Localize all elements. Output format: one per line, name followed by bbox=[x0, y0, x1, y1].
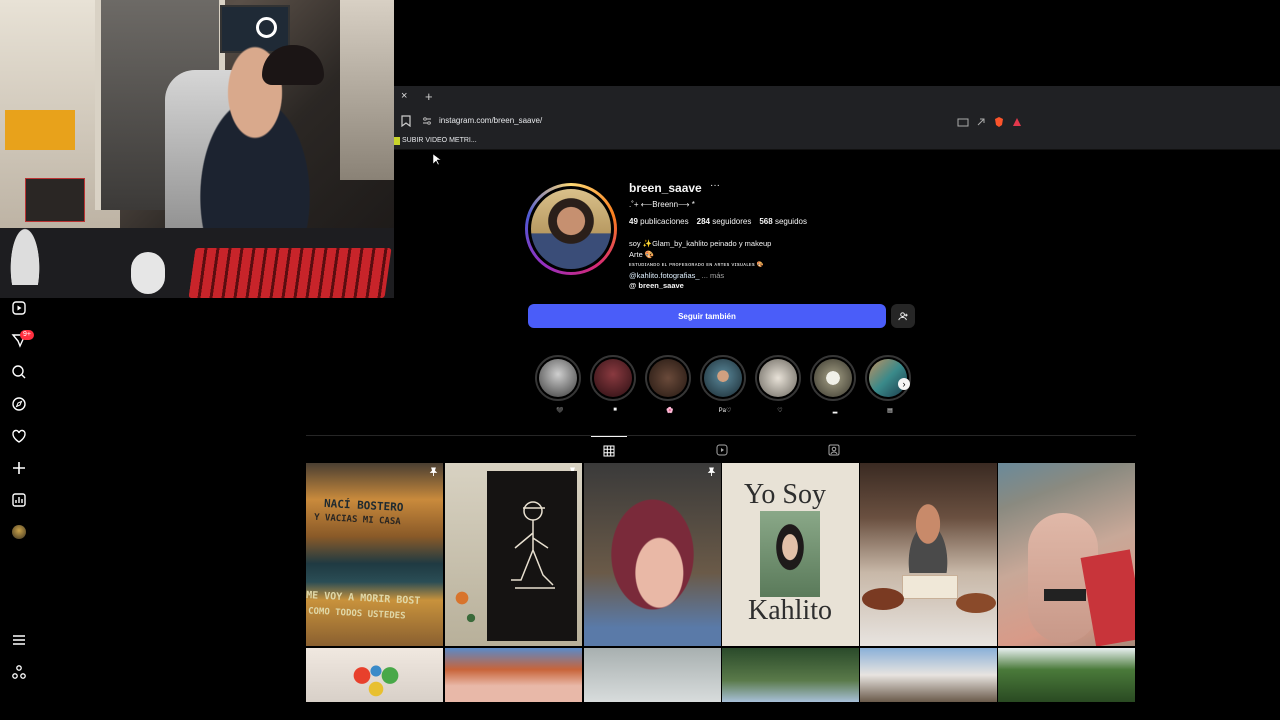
post-tile[interactable] bbox=[584, 648, 721, 702]
mouse-cursor-icon bbox=[433, 154, 441, 166]
explore-icon[interactable] bbox=[11, 396, 27, 412]
threads-icon: @ bbox=[629, 281, 639, 290]
address-bar: instagram.com/breen_saave/ bbox=[394, 110, 1280, 132]
post-text: COMO TODOS USTEDES bbox=[307, 606, 406, 622]
menu-icon[interactable] bbox=[11, 632, 27, 648]
profile-username: breen_saave bbox=[629, 181, 702, 195]
post-tile[interactable] bbox=[584, 463, 721, 646]
post-text: Kahlito bbox=[748, 595, 832, 626]
post-text: Yo Soy bbox=[744, 479, 826, 510]
follow-back-button[interactable]: Seguir también bbox=[528, 304, 886, 328]
tab-reels[interactable] bbox=[704, 436, 740, 464]
highlight-item[interactable]: ■ bbox=[590, 355, 640, 415]
post-tile[interactable]: NACÍ BOSTERO Y VACIAS MI CASA ME VOY A M… bbox=[306, 463, 443, 646]
profile-picture[interactable] bbox=[525, 183, 617, 275]
post-text: ME VOY A MORIR BOST bbox=[306, 590, 421, 607]
highlight-item[interactable]: 🌸 bbox=[645, 355, 695, 415]
profile-stats: 49 publicaciones 284 seguidores 568 segu… bbox=[629, 217, 807, 226]
post-tile[interactable] bbox=[306, 648, 443, 702]
posts-grid: NACÍ BOSTERO Y VACIAS MI CASA ME VOY A M… bbox=[306, 463, 1136, 702]
artwork-drawing bbox=[511, 501, 555, 589]
bookmark-icon[interactable] bbox=[401, 115, 411, 127]
post-tile[interactable] bbox=[998, 463, 1135, 646]
tab-tagged[interactable] bbox=[816, 436, 852, 464]
post-tile[interactable] bbox=[860, 648, 997, 702]
following-stat[interactable]: 568 seguidos bbox=[759, 217, 807, 226]
dashboard-icon[interactable] bbox=[11, 492, 27, 508]
tab-posts[interactable] bbox=[591, 436, 627, 464]
more-options-button[interactable]: ··· bbox=[710, 180, 720, 191]
messages-badge: 9+ bbox=[20, 330, 34, 340]
browser-tab-bar: × + bbox=[394, 86, 1280, 110]
pinned-icon bbox=[429, 467, 438, 476]
webcam-overlay bbox=[0, 0, 394, 298]
bio-more-link[interactable]: ... más bbox=[702, 271, 725, 280]
post-tile[interactable] bbox=[722, 648, 859, 702]
create-plus-icon[interactable] bbox=[11, 460, 27, 476]
threads-link[interactable]: @ breen_saave bbox=[629, 281, 684, 290]
search-icon[interactable] bbox=[11, 364, 27, 380]
tagged-icon bbox=[828, 444, 840, 456]
new-tab-button[interactable]: + bbox=[425, 89, 433, 104]
notifications-heart-icon[interactable] bbox=[11, 428, 27, 444]
highlights-next-button[interactable]: › bbox=[898, 378, 910, 390]
highlight-item[interactable]: ♡ bbox=[755, 355, 805, 415]
reels-icon[interactable] bbox=[11, 300, 27, 316]
brave-shield-icon[interactable] bbox=[993, 115, 1005, 127]
post-tile[interactable]: Yo Soy Kahlito bbox=[722, 463, 859, 646]
highlight-item[interactable]: 🖤 bbox=[535, 355, 585, 415]
bio-line: Arte 🎨 bbox=[629, 249, 655, 259]
pinned-icon bbox=[707, 467, 716, 476]
profile-tabs bbox=[306, 435, 1136, 463]
grid-icon bbox=[603, 445, 615, 456]
highlight-item[interactable]: Pa♡ bbox=[700, 355, 750, 415]
profile-avatar[interactable] bbox=[11, 524, 27, 540]
post-text: Y VACIAS MI CASA bbox=[313, 512, 401, 528]
post-tile[interactable] bbox=[445, 648, 582, 702]
posts-stat: 49 publicaciones bbox=[629, 217, 689, 226]
post-tile[interactable] bbox=[998, 648, 1135, 702]
tab-close-button[interactable]: × bbox=[401, 90, 407, 102]
url-input[interactable]: instagram.com/breen_saave/ bbox=[439, 116, 542, 125]
profile-fullname: .˚+ ⟵Breenn⟶ * bbox=[629, 200, 695, 209]
reels-tab-icon bbox=[716, 444, 728, 456]
recording-ring-icon bbox=[256, 17, 277, 38]
add-person-icon bbox=[897, 311, 908, 320]
bookmark-favicon-icon bbox=[394, 137, 400, 145]
post-tile[interactable] bbox=[445, 463, 582, 646]
bookmarks-bar: SUBIR VIDEO METRI... bbox=[394, 132, 1280, 150]
bookmark-item[interactable]: SUBIR VIDEO METRI... bbox=[402, 137, 477, 144]
bio-line: ᴇꜱᴛᴜᴅɪᴀɴᴅᴏ ᴇʟ ᴘʀᴏꜰᴇꜱᴏʀᴀᴅᴏ ᴇɴ ᴀʀᴛᴇꜱ ᴠɪꜱᴜᴀ… bbox=[629, 262, 764, 268]
cast-icon[interactable] bbox=[957, 115, 969, 127]
brave-rewards-icon[interactable] bbox=[1011, 115, 1023, 127]
bio-link[interactable]: @kahlito.fotografias_ bbox=[629, 271, 700, 280]
suggested-users-button[interactable] bbox=[891, 304, 915, 328]
share-icon[interactable] bbox=[975, 115, 987, 127]
followers-stat[interactable]: 284 seguidores bbox=[697, 217, 752, 226]
site-info-icon[interactable] bbox=[421, 115, 433, 127]
bio-line: soy ✨Glam_by_kahlito peinado y makeup bbox=[629, 239, 772, 248]
profile-bio: soy ✨Glam_by_kahlito peinado y makeup Ar… bbox=[629, 239, 771, 281]
post-tile[interactable] bbox=[860, 463, 997, 646]
meta-apps-icon[interactable] bbox=[11, 664, 27, 680]
highlight-item[interactable]: ▂ bbox=[810, 355, 860, 415]
post-text: NACÍ BOSTERO bbox=[323, 496, 404, 515]
